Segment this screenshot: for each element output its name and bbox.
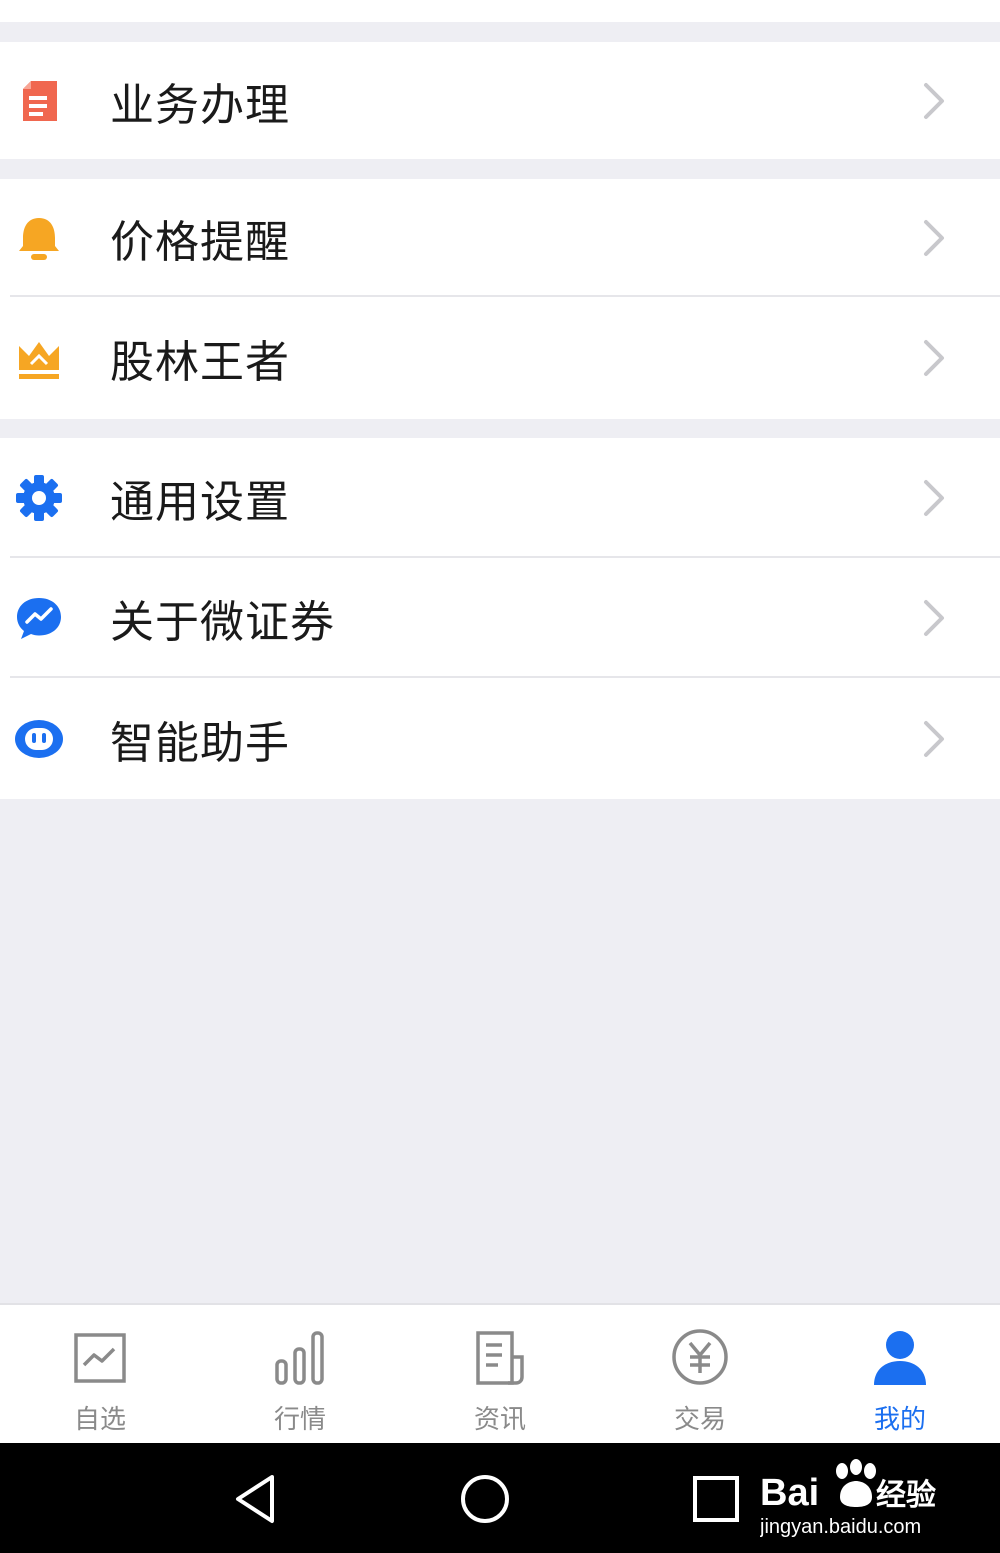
gear-icon — [12, 471, 66, 525]
home-icon[interactable] — [457, 1471, 513, 1527]
yen-circle-icon — [672, 1329, 728, 1385]
tab-label: 交易 — [673, 1405, 726, 1435]
chat-chart-icon — [12, 591, 66, 645]
tab-label: 资讯 — [473, 1405, 526, 1435]
baidu-paw-logo: Bai 经验 jingyan.baidu.com — [759, 1459, 936, 1538]
watermark-brand: Bai — [760, 1472, 819, 1514]
menu-item-business[interactable]: 业务办理 — [0, 42, 1000, 159]
menu-group-3: 通用设置 关于微证券 智能助手 — [0, 438, 1000, 799]
menu-group-2: 价格提醒 股林王者 — [0, 179, 1000, 419]
menu-group-1: 业务办理 — [0, 42, 1000, 159]
menu-item-label: 业务办理 — [110, 79, 290, 131]
menu-item-general-settings[interactable]: 通用设置 — [0, 438, 1000, 558]
back-icon[interactable] — [228, 1471, 284, 1527]
chevron-right-icon — [924, 340, 944, 376]
robot-icon — [12, 712, 66, 766]
tab-me[interactable]: 我的 — [800, 1305, 1000, 1443]
watchlist-chart-icon — [74, 1333, 126, 1383]
menu-item-label: 关于微证券 — [110, 597, 335, 648]
chevron-right-icon — [924, 720, 944, 757]
menu-item-about[interactable]: 关于微证券 — [0, 558, 1000, 678]
tab-label: 我的 — [873, 1405, 926, 1435]
top-strip — [0, 0, 1000, 22]
baidu-watermark: Bai 经验 jingyan.baidu.com — [759, 1453, 950, 1543]
news-icon — [476, 1331, 524, 1385]
menu-item-label: 智能助手 — [110, 717, 290, 769]
menu-item-stock-king[interactable]: 股林王者 — [0, 297, 1000, 419]
chevron-right-icon — [924, 600, 944, 636]
document-icon — [12, 74, 66, 128]
chevron-right-icon — [924, 480, 944, 516]
menu-item-smart-assistant[interactable]: 智能助手 — [0, 678, 1000, 799]
chevron-right-icon — [924, 82, 944, 119]
bell-icon — [12, 211, 66, 265]
bottom-tab-bar: 自选 行情 资讯 交易 我的 — [0, 1303, 1000, 1443]
menu-item-label: 价格提醒 — [110, 217, 290, 268]
tab-watchlist[interactable]: 自选 — [0, 1305, 200, 1443]
tab-trade[interactable]: 交易 — [600, 1305, 800, 1443]
bar-chart-icon — [275, 1331, 324, 1385]
tab-label: 自选 — [73, 1405, 126, 1435]
recents-icon[interactable] — [688, 1471, 744, 1527]
person-icon — [874, 1331, 926, 1385]
tab-market[interactable]: 行情 — [200, 1305, 400, 1443]
menu-item-price-alert[interactable]: 价格提醒 — [0, 179, 1000, 297]
watermark-url: jingyan.baidu.com — [760, 1516, 921, 1538]
watermark-brand-tail: 经验 — [876, 1478, 936, 1513]
menu-item-label: 通用设置 — [110, 477, 290, 528]
menu-item-label: 股林王者 — [110, 337, 290, 388]
chevron-right-icon — [924, 220, 944, 256]
tab-label: 行情 — [273, 1405, 326, 1435]
tab-news[interactable]: 资讯 — [400, 1305, 600, 1443]
crown-icon — [12, 331, 66, 385]
system-nav-bar: Bai 经验 jingyan.baidu.com — [0, 1443, 1000, 1553]
